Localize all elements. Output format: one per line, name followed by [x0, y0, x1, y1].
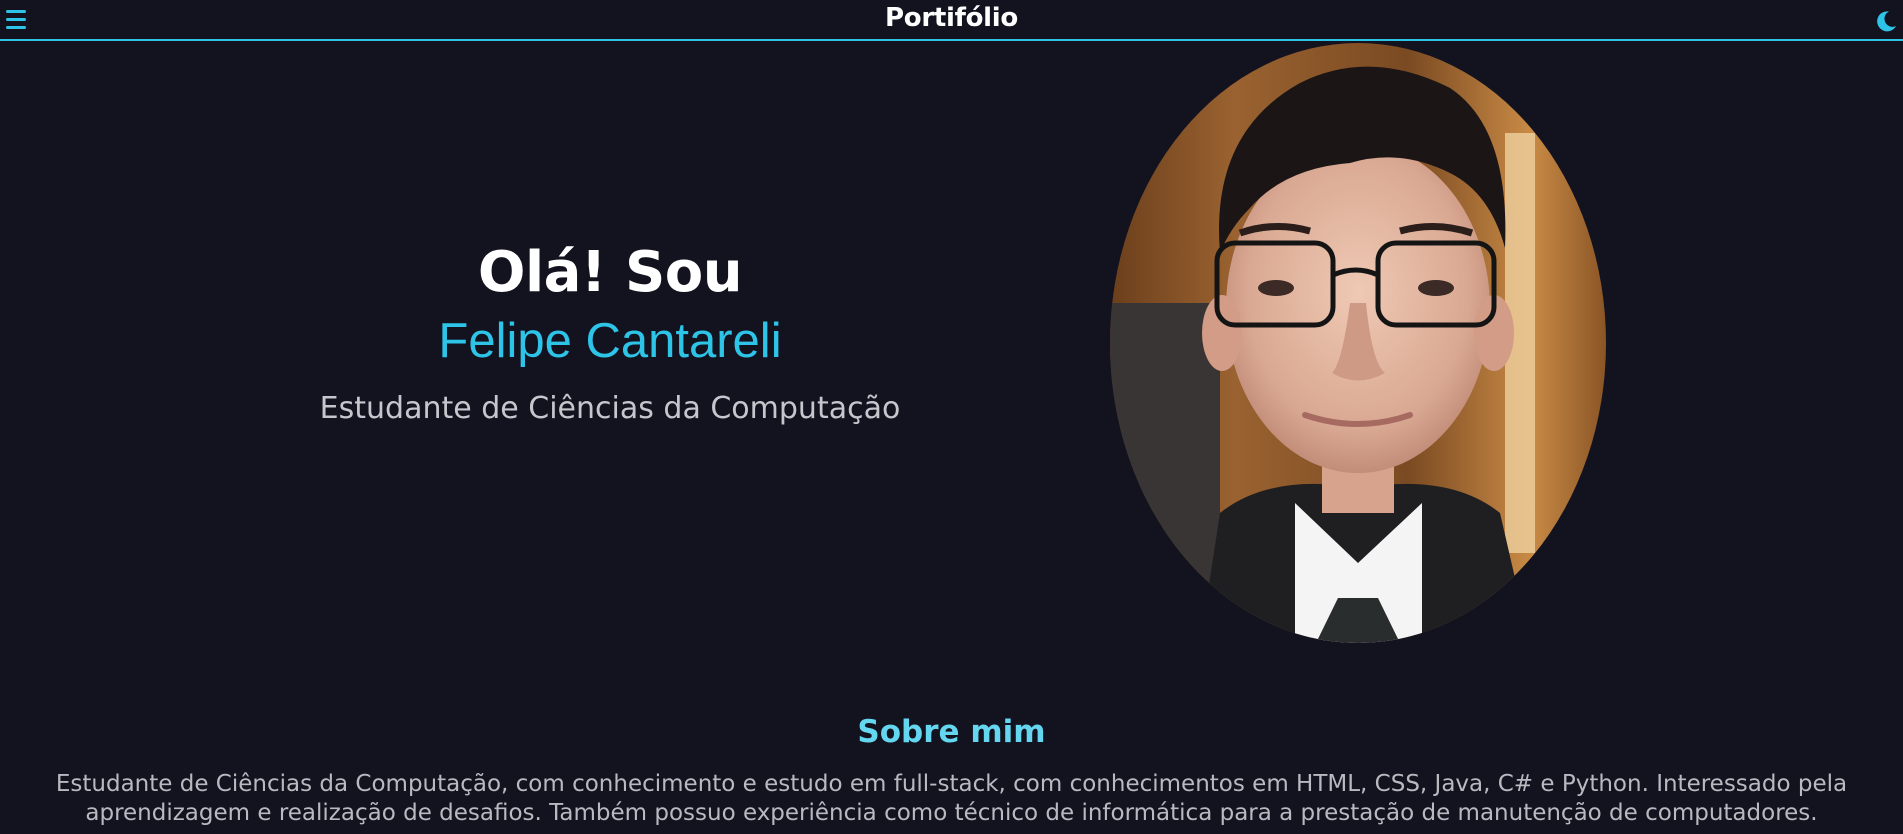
profile-photo — [1110, 43, 1606, 643]
hero-greeting: Olá! Sou — [477, 240, 743, 305]
top-navbar: Portifólio — [0, 0, 1903, 41]
hero-name: Felipe Cantareli — [438, 314, 782, 368]
site-title: Portifólio — [885, 3, 1018, 33]
about-text: Estudante de Ciências da Computação, com… — [55, 771, 1848, 826]
about-title: Sobre mim — [857, 714, 1046, 750]
moon-icon[interactable] — [1874, 9, 1898, 33]
hero-role: Estudante de Ciências da Computação — [319, 391, 901, 426]
hamburger-menu-icon[interactable] — [6, 10, 28, 30]
